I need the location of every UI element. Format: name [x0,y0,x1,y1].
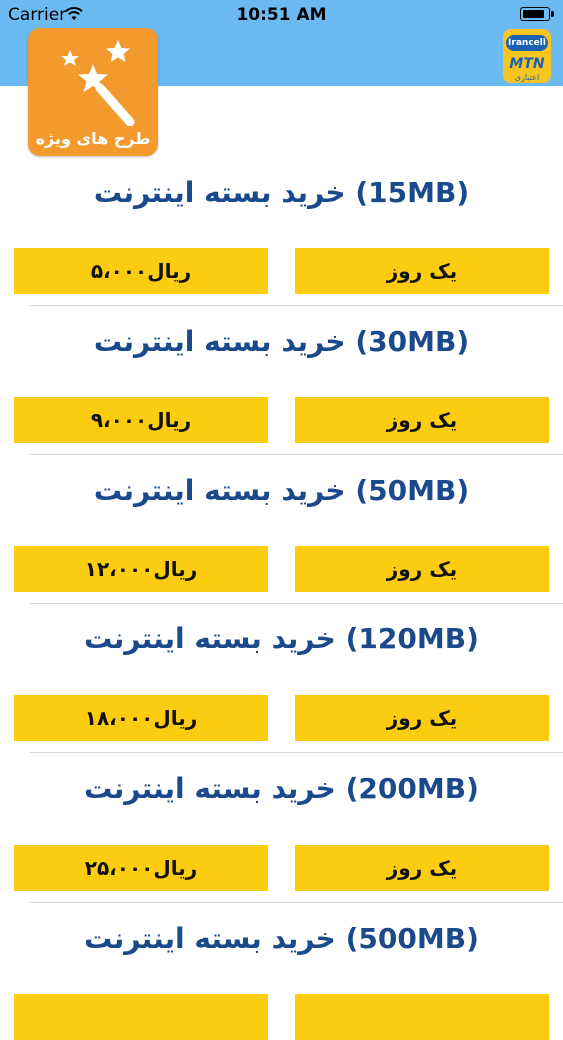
duration-button[interactable]: یک روز [295,248,549,294]
logo-brand: Irancell [506,35,548,51]
price-button[interactable]: ۱۸،۰۰۰ریال [14,695,268,741]
duration-button[interactable] [295,994,549,1040]
package-title[interactable]: خرید بسته اینترنت (200MB) [0,772,563,805]
package-title[interactable]: خرید بسته اینترنت (120MB) [0,622,563,655]
package-title[interactable]: خرید بسته اینترنت (50MB) [0,474,563,507]
divider [30,603,563,604]
price-button[interactable] [14,994,268,1040]
price-button[interactable]: ۵،۰۰۰ریال [14,248,268,294]
battery-icon [520,7,554,21]
special-plans-label: طرح های ویژه [35,129,151,148]
price-button[interactable]: ۹،۰۰۰ریال [14,397,268,443]
divider [30,752,563,753]
package-title[interactable]: خرید بسته اینترنت (30MB) [0,325,563,358]
duration-button[interactable]: یک روز [295,546,549,592]
magic-wand-icon [61,40,135,126]
clock: 10:51 AM [236,5,327,25]
price-button[interactable]: ۱۲،۰۰۰ریال [14,546,268,592]
special-plans-button[interactable]: طرح های ویژه [28,28,158,156]
divider [30,902,563,903]
duration-button[interactable]: یک روز [295,695,549,741]
package-title[interactable]: خرید بسته اینترنت (500MB) [0,922,563,955]
divider [30,305,563,306]
price-button[interactable]: ۲۵،۰۰۰ریال [14,845,268,891]
irancell-mtn-logo: Irancell MTN اعتباری [503,29,551,83]
logo-name: MTN [509,56,545,72]
duration-button[interactable]: یک روز [295,845,549,891]
divider [30,454,563,455]
duration-button[interactable]: یک روز [295,397,549,443]
status-bar: Carrier 10:51 AM [0,0,563,30]
logo-subtitle: اعتباری [514,73,540,82]
battery-level [523,10,544,18]
package-title[interactable]: خرید بسته اینترنت (15MB) [0,176,563,209]
